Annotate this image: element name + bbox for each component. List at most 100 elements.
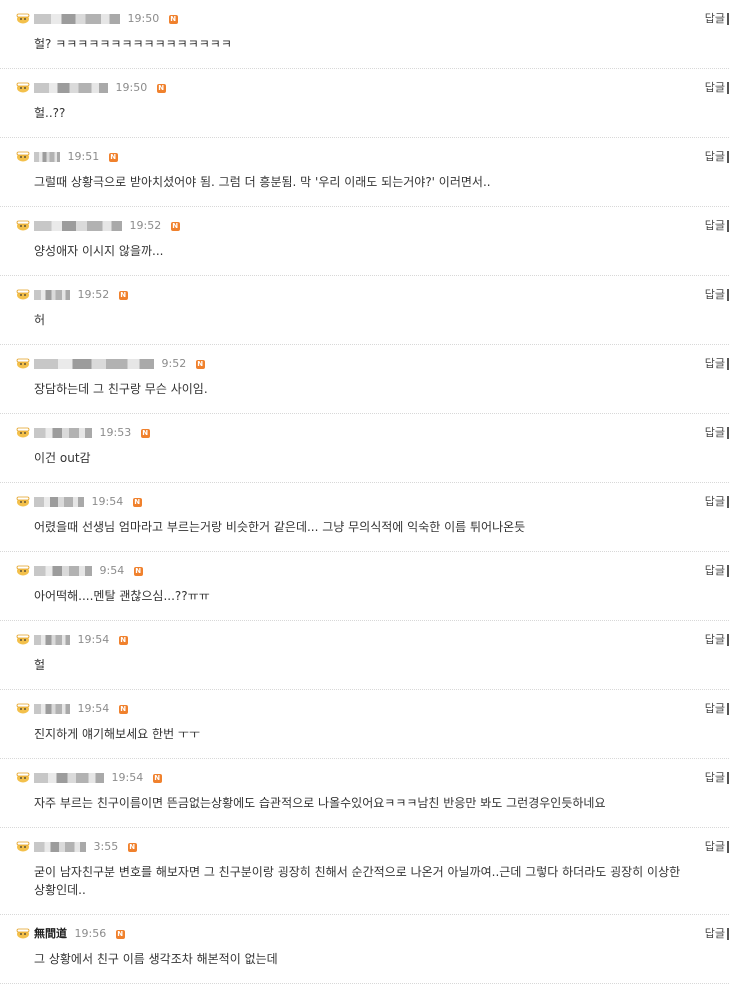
- comment-item: 19:53 N 답글 이건 out감: [0, 426, 729, 483]
- reply-button[interactable]: 답글: [705, 702, 725, 716]
- new-badge-icon: N: [156, 83, 166, 93]
- reply-button[interactable]: 답글: [705, 288, 725, 302]
- reply-button[interactable]: 답글: [705, 771, 725, 785]
- comment-meta: 19:54 N 답글: [16, 495, 729, 509]
- comment-meta: 19:53 N 답글: [16, 426, 729, 440]
- comment-time: 19:52: [77, 288, 110, 301]
- comment-text: 이건 out감: [34, 451, 91, 465]
- avatar-icon[interactable]: [16, 633, 30, 645]
- comment-item: 9:52 N 답글 장담하는데 그 친구랑 무슨 사이임.: [0, 357, 729, 414]
- avatar-icon[interactable]: [16, 12, 30, 24]
- avatar-icon[interactable]: [16, 927, 30, 939]
- comment-text: 굳이 남자친구분 변호를 해보자면 그 친구분이랑 굉장히 친해서 순간적으로 …: [34, 865, 681, 897]
- comment-meta: 19:50 N 답글: [16, 81, 729, 95]
- new-badge-icon: N: [108, 152, 118, 162]
- nickname-blurred[interactable]: [34, 428, 92, 438]
- comment-meta: 19:51 N 답글: [16, 150, 729, 164]
- avatar-icon[interactable]: [16, 564, 30, 576]
- nickname-blurred[interactable]: [34, 290, 70, 300]
- comment-time: 19:54: [77, 702, 110, 715]
- comment-time: 19:51: [67, 150, 100, 163]
- comment-time: 19:52: [129, 219, 162, 232]
- new-badge-icon: N: [140, 428, 150, 438]
- avatar-icon[interactable]: [16, 357, 30, 369]
- new-badge-icon: N: [133, 566, 143, 576]
- comment-text: 장담하는데 그 친구랑 무슨 사이임.: [34, 382, 208, 396]
- reply-button[interactable]: 답글: [705, 219, 725, 233]
- nickname-blurred[interactable]: [34, 83, 108, 93]
- comment-item: 19:50 N 답글 헐..??: [0, 81, 729, 138]
- comment-time: 19:56: [74, 927, 107, 940]
- reply-button[interactable]: 답글: [705, 495, 725, 509]
- avatar-icon[interactable]: [16, 81, 30, 93]
- new-badge-icon: N: [132, 497, 142, 507]
- nickname-blurred[interactable]: [34, 773, 104, 783]
- comment-meta: 19:52 N 답글: [16, 219, 729, 233]
- comment-item: 19:51 N 답글 그럴때 상황극으로 받아치셨어야 됨. 그럼 더 흥분됨.…: [0, 150, 729, 207]
- comment-time: 19:54: [77, 633, 110, 646]
- avatar-icon[interactable]: [16, 702, 30, 714]
- avatar-icon[interactable]: [16, 288, 30, 300]
- nickname[interactable]: 無間道: [34, 927, 67, 940]
- nickname-blurred[interactable]: [34, 497, 84, 507]
- comment-time: 3:55: [93, 840, 119, 853]
- comment-item: 19:54 N 답글 헐: [0, 633, 729, 690]
- nickname-blurred[interactable]: [34, 635, 70, 645]
- new-badge-icon: N: [115, 929, 125, 939]
- avatar-icon[interactable]: [16, 840, 30, 852]
- comment-item: 19:52 N 답글 허: [0, 288, 729, 345]
- new-badge-icon: N: [152, 773, 162, 783]
- nickname-blurred[interactable]: [34, 221, 122, 231]
- new-badge-icon: N: [118, 704, 128, 714]
- comment-meta: 19:54 N 답글: [16, 771, 729, 785]
- avatar-icon[interactable]: [16, 495, 30, 507]
- nickname-blurred[interactable]: [34, 566, 92, 576]
- reply-button[interactable]: 답글: [705, 357, 725, 371]
- comment-text: 헐? ㅋㅋㅋㅋㅋㅋㅋㅋㅋㅋㅋㅋㅋㅋㅋㅋ: [34, 37, 232, 51]
- comment-time: 9:54: [99, 564, 125, 577]
- reply-button[interactable]: 답글: [705, 150, 725, 164]
- new-badge-icon: N: [127, 842, 137, 852]
- comment-text: 진지하게 얘기해보세요 한번 ㅜㅜ: [34, 727, 201, 741]
- comment-text: 헐..??: [34, 106, 66, 120]
- new-badge-icon: N: [195, 359, 205, 369]
- avatar-icon[interactable]: [16, 771, 30, 783]
- comment-item: 19:50 N 답글 헐? ㅋㅋㅋㅋㅋㅋㅋㅋㅋㅋㅋㅋㅋㅋㅋㅋ: [0, 12, 729, 69]
- nickname-blurred[interactable]: [34, 842, 86, 852]
- avatar-icon[interactable]: [16, 150, 30, 162]
- comment-meta: 19:50 N 답글: [16, 12, 729, 26]
- nickname-blurred[interactable]: [34, 14, 120, 24]
- comment-text: 허: [34, 313, 46, 327]
- comment-meta: 9:54 N 답글: [16, 564, 729, 578]
- comment-meta: 9:52 N 답글: [16, 357, 729, 371]
- nickname-blurred[interactable]: [34, 704, 70, 714]
- comment-text: 아어떡해....멘탈 괜찮으심...??ㅠㅠ: [34, 589, 210, 603]
- reply-button[interactable]: 답글: [705, 564, 725, 578]
- reply-button[interactable]: 답글: [705, 426, 725, 440]
- new-badge-icon: N: [168, 14, 178, 24]
- comment-text: 어렸을때 선생님 엄마라고 부르는거랑 비슷한거 같은데... 그냥 무의식적에…: [34, 520, 526, 534]
- comment-list: 19:50 N 답글 헐? ㅋㅋㅋㅋㅋㅋㅋㅋㅋㅋㅋㅋㅋㅋㅋㅋ 19:50 N 답…: [0, 12, 729, 984]
- reply-button[interactable]: 답글: [705, 633, 725, 647]
- avatar-icon[interactable]: [16, 219, 30, 231]
- avatar-icon[interactable]: [16, 426, 30, 438]
- reply-button[interactable]: 답글: [705, 12, 725, 26]
- comment-text: 양성애자 이시지 않을까...: [34, 244, 164, 258]
- comment-time: 19:50: [127, 12, 160, 25]
- comment-meta: 19:54 N 답글: [16, 702, 729, 716]
- reply-button[interactable]: 답글: [705, 81, 725, 95]
- comment-time: 19:54: [91, 495, 124, 508]
- comment-item: 無間道 19:56 N 답글 그 상황에서 친구 이름 생각조차 해본적이 없는…: [0, 927, 729, 984]
- comment-item: 9:54 N 답글 아어떡해....멘탈 괜찮으심...??ㅠㅠ: [0, 564, 729, 621]
- new-badge-icon: N: [118, 635, 128, 645]
- comment-item: 19:54 N 답글 자주 부르는 친구이름이면 뜬금없는상황에도 습관적으로 …: [0, 771, 729, 828]
- comment-item: 3:55 N 답글 굳이 남자친구분 변호를 해보자면 그 친구분이랑 굉장히 …: [0, 840, 729, 915]
- reply-button[interactable]: 답글: [705, 840, 725, 854]
- nickname-blurred[interactable]: [34, 152, 60, 162]
- reply-button[interactable]: 답글: [705, 927, 725, 941]
- comment-item: 19:54 N 답글 어렸을때 선생님 엄마라고 부르는거랑 비슷한거 같은데.…: [0, 495, 729, 552]
- comment-text: 그 상황에서 친구 이름 생각조차 해본적이 없는데: [34, 952, 278, 966]
- comment-time: 9:52: [161, 357, 187, 370]
- nickname-blurred[interactable]: [34, 359, 154, 369]
- comment-time: 19:53: [99, 426, 132, 439]
